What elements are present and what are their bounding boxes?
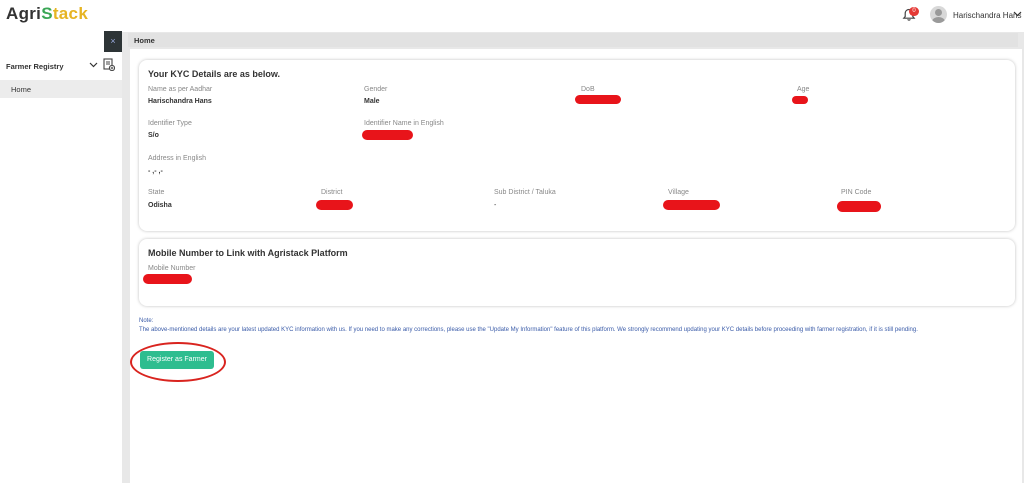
address-value: - ,- ,- bbox=[148, 168, 163, 175]
name-value: Harischandra Hans bbox=[148, 98, 212, 105]
subdistrict-value: - bbox=[494, 202, 497, 209]
kyc-details-card bbox=[139, 60, 1015, 231]
identifier-name-redaction bbox=[362, 130, 413, 140]
age-label: Age bbox=[797, 86, 810, 93]
state-value: Odisha bbox=[148, 202, 172, 209]
identifier-type-label: Identifier Type bbox=[148, 120, 192, 127]
identifier-name-label: Identifier Name in English bbox=[364, 120, 444, 127]
notification-badge: 0 bbox=[909, 7, 919, 16]
sidebar-item-home[interactable]: Home bbox=[0, 80, 122, 98]
dob-redaction bbox=[575, 95, 621, 104]
kyc-card-title: Your KYC Details are as below. bbox=[148, 69, 281, 79]
avatar-icon[interactable] bbox=[930, 6, 947, 23]
district-redaction bbox=[316, 200, 353, 210]
mobile-number-redaction bbox=[143, 274, 192, 284]
mobile-card-title: Mobile Number to Link with Agristack Pla… bbox=[148, 248, 348, 258]
village-redaction bbox=[663, 200, 720, 210]
chevron-down-icon[interactable] bbox=[89, 60, 98, 69]
village-label: Village bbox=[668, 189, 689, 196]
pincode-redaction bbox=[837, 201, 881, 212]
state-label: State bbox=[148, 189, 165, 196]
breadcrumb-bar bbox=[128, 33, 1018, 47]
note-heading: Note: bbox=[139, 318, 154, 324]
dob-label: DoB bbox=[581, 86, 595, 93]
district-label: District bbox=[321, 189, 343, 196]
age-redaction bbox=[792, 96, 808, 104]
address-label: Address in English bbox=[148, 155, 206, 162]
logo-text-s: S bbox=[41, 4, 53, 23]
breadcrumb[interactable]: Home bbox=[134, 36, 155, 45]
mobile-number-label: Mobile Number bbox=[148, 265, 196, 272]
pincode-label: PIN Code bbox=[841, 189, 872, 196]
sidebar-section-title[interactable]: Farmer Registry bbox=[6, 62, 64, 71]
gender-value: Male bbox=[364, 98, 380, 105]
top-bar: AgriStack 0 Harischandra Hans bbox=[0, 0, 1024, 32]
note-text: The above-mentioned details are your lat… bbox=[139, 327, 918, 333]
sidebar-item-label: Home bbox=[11, 85, 32, 94]
logo-text-tack: tack bbox=[52, 4, 89, 23]
kyc-note: Note: The above-mentioned details are yo… bbox=[139, 317, 1019, 335]
user-name[interactable]: Harischandra Hans bbox=[953, 11, 1021, 20]
identifier-type-value: S/o bbox=[148, 132, 159, 139]
sidebar bbox=[0, 32, 122, 483]
close-icon[interactable]: × bbox=[104, 31, 122, 52]
name-label: Name as per Aadhar bbox=[148, 86, 213, 93]
logo-text-agri: Agri bbox=[6, 4, 42, 23]
annotation-circle bbox=[130, 342, 226, 382]
file-add-icon[interactable] bbox=[103, 58, 115, 71]
subdistrict-label: Sub District / Taluka bbox=[494, 189, 556, 196]
gender-label: Gender bbox=[364, 86, 388, 93]
agristack-logo[interactable]: AgriStack bbox=[6, 4, 88, 24]
chevron-down-icon[interactable] bbox=[1013, 9, 1022, 18]
